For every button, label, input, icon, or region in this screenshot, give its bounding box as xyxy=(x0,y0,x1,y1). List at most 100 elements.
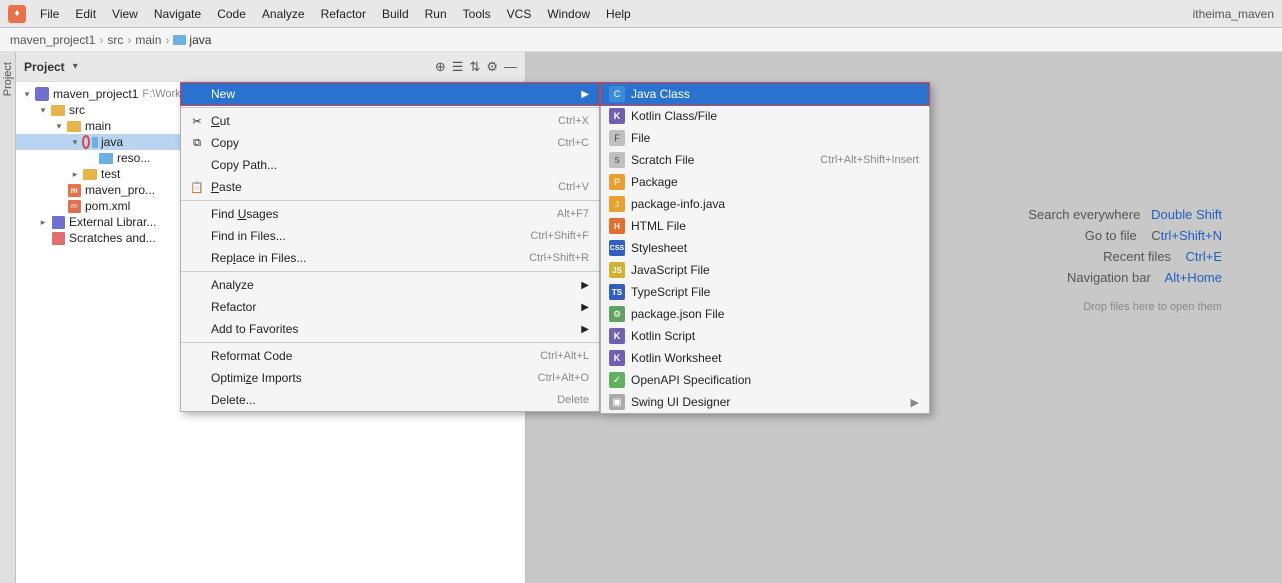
expand-arrow-extlib[interactable]: ▸ xyxy=(36,217,50,228)
sub-item-ts[interactable]: TS TypeScript File xyxy=(601,281,929,303)
tree-label-maven-pro: maven_pro... xyxy=(85,183,155,197)
file-icon-maven: m xyxy=(66,183,82,197)
paste-shortcut: Ctrl+V xyxy=(558,181,589,193)
breadcrumb-src[interactable]: src xyxy=(107,33,123,47)
sub-item-swing[interactable]: ▣ Swing UI Designer ▶ xyxy=(601,391,929,413)
breadcrumb-project[interactable]: maven_project1 xyxy=(10,33,95,47)
sub-item-pkg-json[interactable]: ⚙ package.json File xyxy=(601,303,929,325)
expand-arrow-main[interactable]: ▾ xyxy=(52,121,66,132)
sub-item-java-class[interactable]: C Java Class xyxy=(601,83,929,105)
main-area: Project Project ▾ ⊕ ☰ ⇅ ⚙ — ▾ maven_proj xyxy=(0,52,1282,583)
ctx-item-new[interactable]: New ▶ xyxy=(181,83,599,105)
ctx-item-delete[interactable]: Delete... Delete xyxy=(181,389,599,411)
menu-vcs[interactable]: VCS xyxy=(501,5,538,23)
sub-label-package: Package xyxy=(631,175,678,189)
ctx-label-replace-files: Replace in Files... xyxy=(211,251,523,265)
menu-refactor[interactable]: Refactor xyxy=(315,5,372,23)
side-tab-label[interactable]: Project xyxy=(2,62,14,96)
ctx-item-paste[interactable]: 📋 Paste Ctrl+V xyxy=(181,176,599,198)
menu-analyze[interactable]: Analyze xyxy=(256,5,311,23)
reformat-shortcut: Ctrl+Alt+L xyxy=(540,350,589,362)
minimize-icon[interactable]: — xyxy=(504,59,517,75)
menu-bar: ♦ File Edit View Navigate Code Analyze R… xyxy=(0,0,1282,28)
sub-item-package-info[interactable]: J package-info.java xyxy=(601,193,929,215)
ctx-item-cut[interactable]: ✂ Cut Ctrl+X xyxy=(181,110,599,132)
breadcrumb-java[interactable]: java xyxy=(173,33,211,47)
expand-arrow-java[interactable]: ▾ xyxy=(68,137,82,148)
css-icon: CSS xyxy=(609,240,625,256)
sub-label-js: JavaScript File xyxy=(631,263,710,277)
panel-title: Project xyxy=(24,60,65,74)
kotlin-script-icon: K xyxy=(609,328,625,344)
list-icon[interactable]: ☰ xyxy=(452,59,464,75)
sub-label-file: File xyxy=(631,131,650,145)
menu-navigate[interactable]: Navigate xyxy=(148,5,207,23)
ctx-item-favorites[interactable]: Add to Favorites ▶ xyxy=(181,318,599,340)
sub-item-kotlin-script[interactable]: K Kotlin Script xyxy=(601,325,929,347)
ctx-item-find-usages[interactable]: Find Usages Alt+F7 xyxy=(181,203,599,225)
tree-label-test: test xyxy=(101,167,120,181)
menu-build[interactable]: Build xyxy=(376,5,415,23)
new-icon xyxy=(189,86,205,102)
folder-icon-src xyxy=(50,103,66,117)
menu-code[interactable]: Code xyxy=(211,5,252,23)
ctx-label-refactor: Refactor xyxy=(211,300,575,314)
menu-file[interactable]: File xyxy=(34,5,65,23)
expand-arrow-src[interactable]: ▾ xyxy=(36,105,50,116)
side-tab: Project xyxy=(0,52,16,583)
menu-edit[interactable]: Edit xyxy=(69,5,102,23)
project-name-title: itheima_maven xyxy=(1193,7,1274,21)
package-icon: P xyxy=(609,174,625,190)
find-usages-icon xyxy=(189,206,205,222)
menu-window[interactable]: Window xyxy=(541,5,596,23)
menu-tools[interactable]: Tools xyxy=(457,5,497,23)
sub-item-kotlin-class[interactable]: K Kotlin Class/File xyxy=(601,105,929,127)
expand-arrow[interactable]: ▾ xyxy=(20,89,34,100)
js-icon: JS xyxy=(609,262,625,278)
ctx-item-reformat[interactable]: Reformat Code Ctrl+Alt+L xyxy=(181,345,599,367)
panel-actions: ⊕ ☰ ⇅ ⚙ — xyxy=(435,59,517,75)
tree-label-main: main xyxy=(85,119,111,133)
menu-help[interactable]: Help xyxy=(600,5,637,23)
ctx-label-delete: Delete... xyxy=(211,393,551,407)
sub-item-kotlin-ws[interactable]: K Kotlin Worksheet xyxy=(601,347,929,369)
sub-item-package[interactable]: P Package xyxy=(601,171,929,193)
sub-item-scratch-file[interactable]: S Scratch File Ctrl+Alt+Shift+Insert xyxy=(601,149,929,171)
sort-icon[interactable]: ⇅ xyxy=(469,59,480,75)
menu-run[interactable]: Run xyxy=(419,5,453,23)
panel-dropdown-arrow[interactable]: ▾ xyxy=(73,61,78,72)
sub-item-openapi[interactable]: ✓ OpenAPI Specification xyxy=(601,369,929,391)
sub-item-stylesheet[interactable]: CSS Stylesheet xyxy=(601,237,929,259)
sub-item-file[interactable]: F File xyxy=(601,127,929,149)
file-sub-icon: F xyxy=(609,130,625,146)
ctx-item-analyze[interactable]: Analyze ▶ xyxy=(181,274,599,296)
ctx-label-new: New xyxy=(211,87,575,101)
folder-icon-test xyxy=(82,167,98,181)
ctx-item-refactor[interactable]: Refactor ▶ xyxy=(181,296,599,318)
kotlin-class-icon: K xyxy=(609,108,625,124)
ctx-item-copy[interactable]: ⧉ Copy Ctrl+C xyxy=(181,132,599,154)
html-icon: H xyxy=(609,218,625,234)
ctx-item-replace-files[interactable]: Replace in Files... Ctrl+Shift+R xyxy=(181,247,599,269)
sub-item-html[interactable]: H HTML File xyxy=(601,215,929,237)
sub-item-js[interactable]: JS JavaScript File xyxy=(601,259,929,281)
ctx-item-find-files[interactable]: Find in Files... Ctrl+Shift+F xyxy=(181,225,599,247)
tree-label-extlib: External Librar... xyxy=(69,215,156,229)
expand-arrow-test[interactable]: ▸ xyxy=(68,169,82,180)
favorites-arrow: ▶ xyxy=(581,324,589,335)
scratch-icon xyxy=(50,231,66,245)
hint-navbar: Navigation bar Alt+Home xyxy=(1028,270,1222,285)
breadcrumb: maven_project1 › src › main › java xyxy=(0,28,1282,52)
sub-label-ts: TypeScript File xyxy=(631,285,710,299)
tree-label-resources: reso... xyxy=(117,151,150,165)
ctx-label-paste: Paste xyxy=(211,180,552,194)
breadcrumb-main[interactable]: main xyxy=(135,33,161,47)
ctx-item-copy-path[interactable]: Copy Path... xyxy=(181,154,599,176)
optimize-shortcut: Ctrl+Alt+O xyxy=(538,372,589,384)
ctx-item-optimize[interactable]: Optimize Imports Ctrl+Alt+O xyxy=(181,367,599,389)
locate-icon[interactable]: ⊕ xyxy=(435,59,446,75)
settings-icon[interactable]: ⚙ xyxy=(486,59,498,75)
menu-view[interactable]: View xyxy=(106,5,144,23)
separator-1 xyxy=(181,107,599,108)
package-info-icon: J xyxy=(609,196,625,212)
